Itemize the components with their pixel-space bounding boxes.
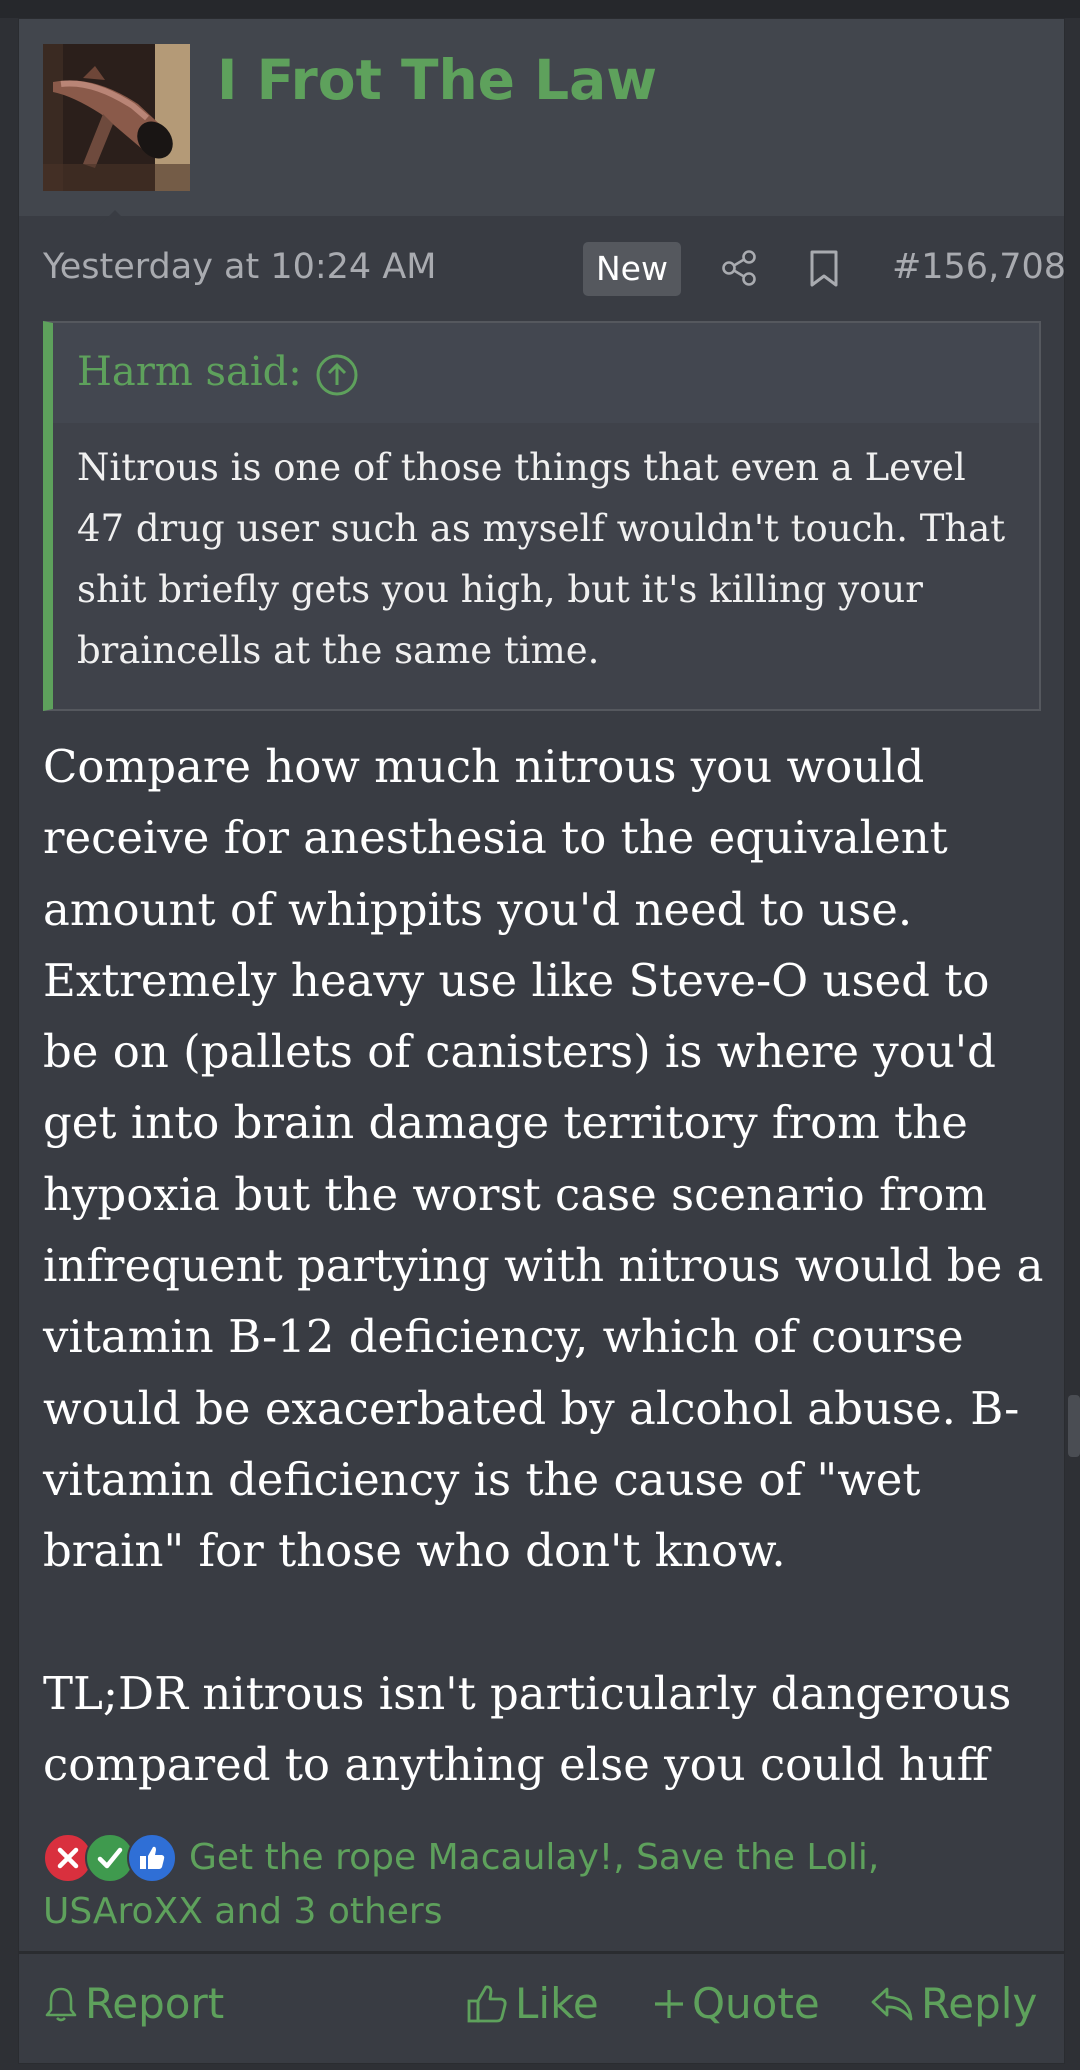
- reaction-users[interactable]: Get the rope Macaulay!, Save the Loli, U…: [43, 1831, 1043, 1939]
- avatar-image: [43, 44, 190, 191]
- like-label: Like: [515, 1979, 599, 2028]
- post-header: I Frot The Law: [19, 19, 1064, 216]
- message-body: Compare how much nitrous you would recei…: [43, 731, 1048, 1800]
- post-meta: Yesterday at 10:24 AM New #156,708: [43, 237, 1066, 297]
- scrollbar-thumb[interactable]: [1068, 1395, 1080, 1457]
- post-actions: Report Like Quote Reply: [19, 1969, 1064, 2039]
- forum-post: I Frot The Law Yesterday at 10:24 AM New…: [18, 18, 1066, 2064]
- plus-icon: [655, 1990, 683, 2018]
- username[interactable]: I Frot The Law: [217, 47, 657, 113]
- message-paragraph: Compare how much nitrous you would recei…: [43, 740, 1044, 1578]
- quote-author[interactable]: Harm said:: [77, 349, 302, 395]
- report-label: Report: [85, 1979, 225, 2028]
- reply-arrow-icon: [871, 1987, 913, 2021]
- thumbs-up-icon: [467, 1985, 507, 2023]
- reply-label: Reply: [921, 1979, 1038, 2028]
- footer-divider: [19, 1951, 1064, 1954]
- arrow-up-circle-icon[interactable]: [315, 353, 359, 401]
- share-icon[interactable]: [720, 249, 758, 291]
- avatar-pointer: [99, 210, 131, 226]
- like-button[interactable]: Like: [465, 1969, 599, 2039]
- post-number[interactable]: #156,708: [892, 247, 1066, 287]
- new-badge: New: [583, 242, 681, 296]
- quote-button[interactable]: Quote: [652, 1969, 820, 2039]
- bookmark-icon[interactable]: [807, 249, 841, 293]
- bell-icon: [45, 1987, 77, 2022]
- quote-text: Nitrous is one of those things that even…: [77, 446, 1006, 672]
- top-edge: [0, 0, 1080, 18]
- post-timestamp[interactable]: Yesterday at 10:24 AM: [43, 247, 436, 287]
- quote-label: Quote: [692, 1979, 820, 2028]
- reply-button[interactable]: Reply: [869, 1969, 1037, 2039]
- avatar[interactable]: [43, 44, 190, 191]
- quote-block: Harm said: Nitrous is one of those thing…: [43, 321, 1041, 711]
- message-paragraph: TL;DR nitrous isn't particularly dangero…: [43, 1666, 1012, 1791]
- quote-header[interactable]: Harm said:: [53, 323, 1039, 423]
- report-button[interactable]: Report: [43, 1969, 224, 2039]
